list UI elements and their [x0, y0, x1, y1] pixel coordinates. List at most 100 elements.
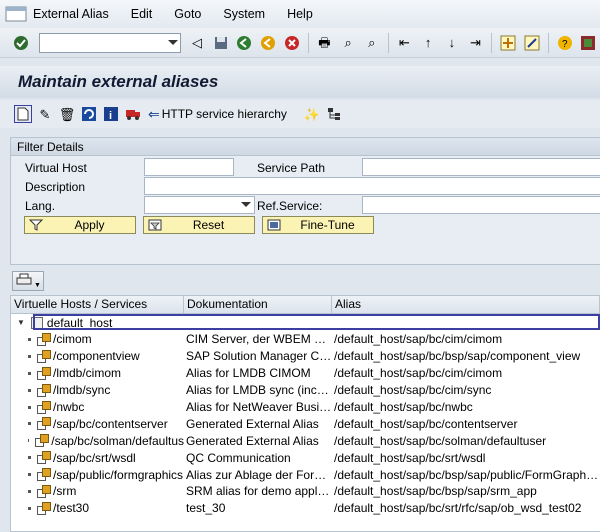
service-node-icon	[36, 383, 51, 397]
arrow-left-icon: ⇐	[148, 105, 160, 122]
table-row[interactable]: /nwbc Alias for NetWeaver Busine.../defau…	[11, 399, 600, 416]
service-path-input[interactable]	[362, 158, 600, 176]
service-node-icon	[36, 501, 51, 515]
svg-text:i: i	[109, 110, 112, 122]
table-row[interactable]: /lmdb/cimom Alias for LMDB CIMOM/default_…	[11, 365, 600, 382]
service-cell[interactable]: /test30	[11, 501, 184, 515]
service-cell[interactable]: /srm	[11, 484, 184, 498]
find-next-icon[interactable]: ⌕	[363, 34, 381, 52]
print-icon[interactable]: 🖶	[316, 34, 334, 52]
fine-tune-button[interactable]: Fine-Tune	[262, 216, 374, 234]
service-path: /nwbc	[53, 400, 85, 414]
service-cell[interactable]: /componentview	[11, 349, 184, 363]
toolbar-divider	[491, 32, 493, 53]
selection-outline	[33, 314, 600, 330]
ref-service-input[interactable]	[362, 196, 600, 214]
save-icon[interactable]	[212, 34, 230, 52]
sap-window-icon[interactable]	[5, 5, 27, 23]
customize-layout-icon[interactable]	[579, 34, 597, 52]
service-cell[interactable]: /lmdb/sync	[11, 383, 184, 397]
service-cell[interactable]: /sap/bc/solman/defaultus	[11, 434, 184, 448]
first-page-icon[interactable]: ⇤	[396, 34, 414, 52]
change-pencil-icon[interactable]: ✎	[36, 105, 54, 123]
help-icon[interactable]: ?	[556, 34, 574, 52]
tree-bullet	[28, 489, 31, 493]
previous-page-icon[interactable]: ↑	[419, 34, 437, 52]
column-header-documentation[interactable]: Dokumentation	[184, 296, 332, 313]
alias-cell: /default_host/sap/bc/bsp/sap/component_v…	[334, 349, 581, 364]
service-cell[interactable]: /nwbc	[11, 400, 184, 414]
service-path: /sap/bc/srt/wsdl	[53, 450, 136, 465]
chevron-down-icon: ▼	[34, 281, 41, 289]
exit-icon[interactable]	[259, 34, 277, 52]
reset-button[interactable]: Reset	[143, 216, 255, 234]
service-cell[interactable]: /cimom	[11, 332, 184, 346]
create-icon[interactable]	[14, 105, 32, 123]
print-preview-button[interactable]: ▼	[12, 271, 44, 291]
title-bar: Maintain external aliases	[0, 66, 600, 98]
transport-truck-icon[interactable]	[124, 105, 142, 123]
new-session-icon[interactable]	[499, 34, 517, 52]
refresh-icon[interactable]	[80, 105, 98, 123]
table-row[interactable]: /lmdb/sync Alias for LMDB sync (inco.../d…	[11, 382, 600, 399]
enter-check-icon[interactable]	[12, 34, 30, 52]
next-page-icon[interactable]: ↓	[443, 34, 461, 52]
table-row[interactable]: /sap/public/formgraphics Alias zur Ablage…	[11, 466, 600, 483]
command-field[interactable]	[38, 32, 182, 53]
delete-trash-icon[interactable]: 🗑	[58, 105, 76, 123]
documentation-cell: Generated External Alias	[186, 416, 319, 431]
description-label: Description	[25, 180, 86, 194]
table-row[interactable]: /componentview SAP Solution Manager Co...…	[11, 348, 600, 365]
ref-service-label: Ref.Service:	[257, 199, 323, 213]
service-cell[interactable]: /sap/bc/contentserver	[11, 417, 184, 431]
last-page-icon[interactable]: ⇥	[467, 34, 485, 52]
documentation-cell: QC Communication	[186, 450, 291, 465]
service-cell[interactable]: /lmdb/cimom	[11, 366, 184, 380]
find-icon[interactable]: ⌕	[339, 34, 357, 52]
service-cell[interactable]: /sap/bc/srt/wsdl	[11, 451, 184, 465]
tree-bullet	[28, 456, 31, 460]
description-input[interactable]	[144, 177, 600, 195]
filter-funnel-icon	[28, 218, 44, 232]
menu-edit[interactable]: Edit	[131, 7, 153, 21]
alias-cell: /default_host/sap/bc/cim/sync	[334, 383, 492, 398]
service-node-icon	[36, 400, 51, 414]
toolbar-divider	[307, 32, 309, 53]
column-header-hosts[interactable]: Virtuelle Hosts / Services	[11, 296, 184, 313]
chevron-down-icon[interactable]	[168, 39, 179, 45]
toolbar-divider	[547, 32, 549, 53]
service-node-icon	[36, 451, 51, 465]
virtual-host-input[interactable]	[144, 158, 234, 176]
info-icon[interactable]: i	[102, 105, 120, 123]
table-row[interactable]: /srm SRM alias for demo applica.../defaul…	[11, 483, 600, 500]
cancel-icon[interactable]	[283, 34, 301, 52]
page-title: Maintain external aliases	[18, 72, 219, 91]
table-row[interactable]: /sap/bc/contentserver Generated External …	[11, 415, 600, 432]
table-row[interactable]: /sap/bc/srt/wsdl QC Communication/default…	[11, 449, 600, 466]
column-header-alias[interactable]: Alias	[332, 296, 600, 313]
table-row[interactable]: /cimom CIM Server, der WBEM Re.../default…	[11, 331, 600, 348]
service-cell[interactable]: /sap/public/formgraphics	[11, 468, 184, 482]
hierarchy-icon[interactable]	[325, 105, 343, 123]
service-path: /sap/public/formgraphics	[53, 467, 184, 482]
tree-root-default-host[interactable]: ▼ default_host	[11, 314, 600, 331]
shortcut-icon[interactable]	[523, 34, 541, 52]
filter-reset-icon	[147, 218, 163, 232]
expand-triangle-icon[interactable]: ▼	[17, 318, 25, 327]
tree-bullet	[28, 422, 31, 426]
menu-system[interactable]: System	[223, 7, 265, 21]
lang-select[interactable]	[144, 196, 255, 214]
http-service-hierarchy-button[interactable]: ⇐ HTTP service hierarchy	[148, 106, 287, 123]
tree-header: Virtuelle Hosts / Services Dokumentation…	[11, 296, 600, 314]
table-row[interactable]: /test30 test_30/default_host/sap/bc/srt/r…	[11, 500, 600, 517]
service-node-icon	[36, 484, 51, 498]
back-arrow-icon[interactable]: ◁	[188, 34, 206, 52]
chevron-down-icon[interactable]	[241, 202, 251, 207]
back-icon[interactable]	[236, 34, 254, 52]
menu-goto[interactable]: Goto	[174, 7, 201, 21]
menu-help[interactable]: Help	[287, 7, 313, 21]
activate-wand-icon[interactable]: ✨	[303, 105, 321, 123]
apply-button[interactable]: Apply	[24, 216, 136, 234]
table-row[interactable]: /sap/bc/solman/defaultus Generated Extern…	[11, 432, 600, 449]
menu-external-alias[interactable]: External Alias	[33, 7, 109, 21]
